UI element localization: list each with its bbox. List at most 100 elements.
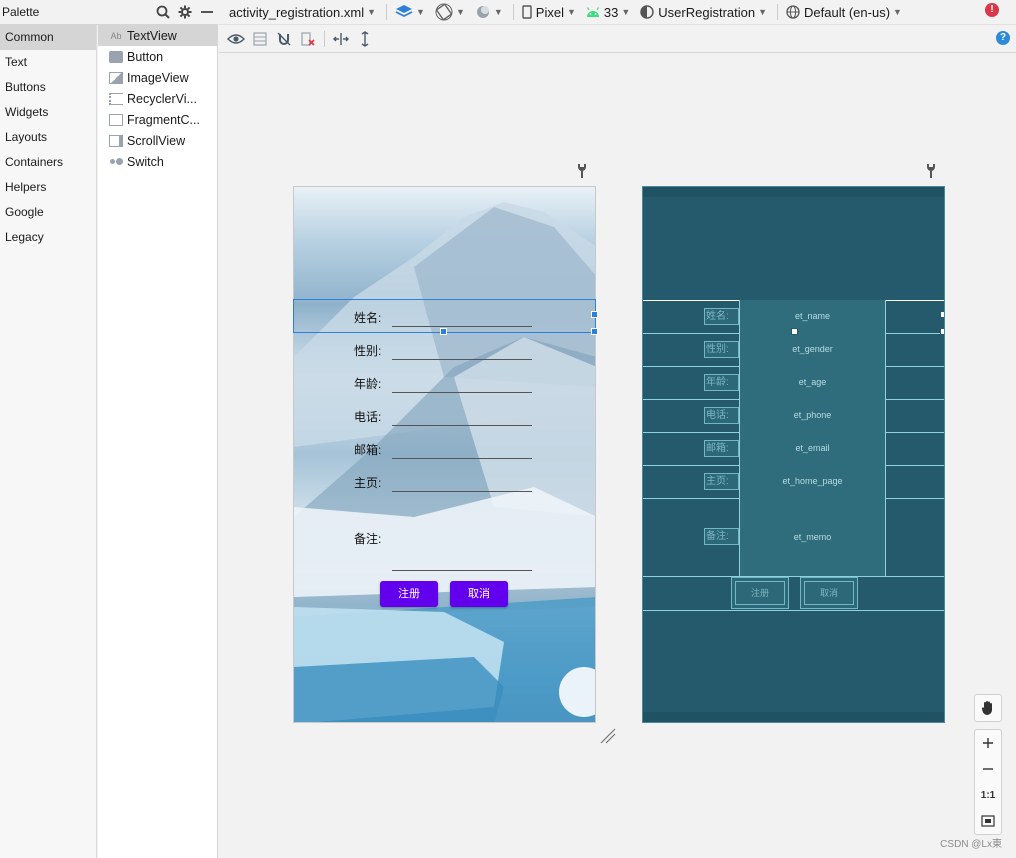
device-selector[interactable]: Pixel ▼ (522, 5, 576, 20)
input-phone[interactable] (392, 425, 532, 426)
blueprint-label-homepage: 主页: (704, 473, 739, 490)
input-memo[interactable] (392, 570, 532, 571)
input-email[interactable] (392, 458, 532, 459)
palette-item-recyclerview[interactable]: RecyclerVi... (98, 88, 217, 109)
palette-item-label: ImageView (127, 70, 189, 85)
palette-item-button[interactable]: Button (98, 46, 217, 67)
help-icon[interactable]: ? (996, 31, 1010, 45)
blueprint-field-gender[interactable]: et_gender (739, 333, 886, 366)
view-options-button[interactable] (224, 28, 248, 50)
input-age[interactable] (392, 392, 532, 393)
blueprint-toggle-button[interactable] (248, 28, 272, 50)
input-gender[interactable] (392, 359, 532, 360)
category-google[interactable]: Google (0, 200, 96, 225)
input-homepage[interactable] (392, 491, 532, 492)
blueprint-field-name[interactable]: et_name (739, 300, 886, 333)
file-name: activity_registration.xml (229, 4, 365, 20)
resize-handle[interactable] (791, 328, 798, 335)
blueprint-status-bar (643, 187, 944, 197)
category-buttons[interactable]: Buttons (0, 75, 96, 100)
blueprint-field-homepage[interactable]: et_home_page (739, 465, 886, 498)
design-preview[interactable]: 姓名: 性别: 年龄: 电话: 邮箱: 主页: 备注: 注册 取消 (293, 186, 596, 723)
register-button[interactable]: 注册 (380, 581, 438, 607)
category-helpers[interactable]: Helpers (0, 175, 96, 200)
palette-item-imageview[interactable]: ImageView (98, 67, 217, 88)
divider (324, 30, 325, 47)
chevron-down-icon: ▼ (416, 7, 425, 17)
clear-constraints-icon (301, 31, 315, 46)
gear-icon[interactable] (174, 1, 196, 23)
palette-header: Palette (0, 0, 218, 25)
button-inset (804, 581, 854, 605)
blueprint-field-memo[interactable]: et_memo (739, 498, 886, 576)
blueprint-label-name: 姓名: (704, 308, 739, 325)
expand-vertical-button[interactable] (353, 28, 377, 50)
zoom-in-button[interactable] (975, 730, 1001, 756)
button-inset (735, 581, 785, 605)
blueprint-field-age[interactable]: et_age (739, 366, 886, 399)
clear-constraints-button[interactable] (296, 28, 320, 50)
wrench-icon[interactable] (925, 163, 937, 182)
resize-handle[interactable] (940, 328, 944, 335)
palette-item-switch[interactable]: Switch (98, 151, 217, 172)
palette-item-textview[interactable]: Ab TextView (98, 25, 217, 46)
blueprint-view[interactable]: 姓名: et_name 性别: et_gender 年龄: et_age 电话:… (642, 186, 945, 723)
expand-vertical-icon (361, 30, 369, 47)
blueprint-field-email[interactable]: et_email (739, 432, 886, 465)
resize-handle[interactable] (940, 311, 944, 318)
plus-icon (983, 738, 993, 748)
scrollview-icon (109, 134, 123, 147)
button-icon (109, 50, 123, 63)
file-selector[interactable]: activity_registration.xml ▼ (229, 5, 376, 20)
category-containers[interactable]: Containers (0, 150, 96, 175)
palette-title: Palette (2, 5, 40, 19)
category-text[interactable]: Text (0, 50, 96, 75)
search-icon[interactable] (152, 1, 174, 23)
resize-grip-icon[interactable] (600, 728, 616, 744)
blueprint-row (643, 576, 944, 610)
category-layouts[interactable]: Layouts (0, 125, 96, 150)
autoconnect-button[interactable] (272, 28, 296, 50)
theme-selector[interactable]: UserRegistration ▼ (640, 5, 767, 20)
palette-items: Ab TextView Button ImageView RecyclerVi.… (98, 25, 218, 858)
palette-item-label: TextView (127, 28, 177, 43)
palette-item-scrollview[interactable]: ScrollView (98, 130, 217, 151)
expand-horizontal-button[interactable] (329, 28, 353, 50)
blueprint-label-gender: 性别: (704, 341, 739, 358)
blueprint-field-phone[interactable]: et_phone (739, 399, 886, 432)
palette-item-label: Button (127, 49, 164, 64)
blueprint-register-button[interactable]: 注册 (731, 577, 789, 609)
zoom-out-button[interactable] (975, 756, 1001, 782)
palette-item-label: RecyclerVi... (127, 91, 197, 106)
layout-grid-icon (253, 31, 267, 46)
orientation-button[interactable]: ▼ (435, 3, 465, 21)
fit-screen-icon (981, 815, 995, 827)
label-phone: 电话: (354, 410, 382, 424)
zoom-fit-button[interactable] (975, 808, 1001, 834)
pan-button[interactable] (974, 694, 1002, 722)
minimize-icon[interactable] (196, 1, 218, 23)
zoom-actual-size-button[interactable]: 1:1 (975, 782, 1001, 808)
input-name[interactable] (392, 326, 532, 327)
cancel-button[interactable]: 取消 (450, 581, 508, 607)
night-mode-button[interactable]: ▼ (475, 4, 503, 20)
imageview-icon (109, 71, 123, 84)
category-widgets[interactable]: Widgets (0, 100, 96, 125)
label-email: 邮箱: (354, 443, 382, 457)
magnet-off-icon (277, 32, 291, 45)
locale-selector[interactable]: Default (en-us) ▼ (786, 5, 902, 20)
wrench-icon[interactable] (576, 163, 588, 182)
layers-button[interactable]: ▼ (395, 4, 425, 20)
label-gender: 性别: (354, 344, 382, 358)
error-icon[interactable]: ! (985, 3, 999, 17)
blueprint-cancel-button[interactable]: 取消 (800, 577, 858, 609)
chevron-down-icon: ▼ (566, 7, 576, 17)
hand-icon (981, 701, 992, 715)
chevron-down-icon: ▼ (893, 7, 902, 17)
category-legacy[interactable]: Legacy (0, 225, 96, 250)
design-toolbar: ? (219, 25, 1016, 53)
layers-icon (395, 5, 413, 18)
category-common[interactable]: Common (0, 25, 96, 50)
api-selector[interactable]: 33 ▼ (586, 5, 630, 20)
palette-item-fragment[interactable]: FragmentC... (98, 109, 217, 130)
